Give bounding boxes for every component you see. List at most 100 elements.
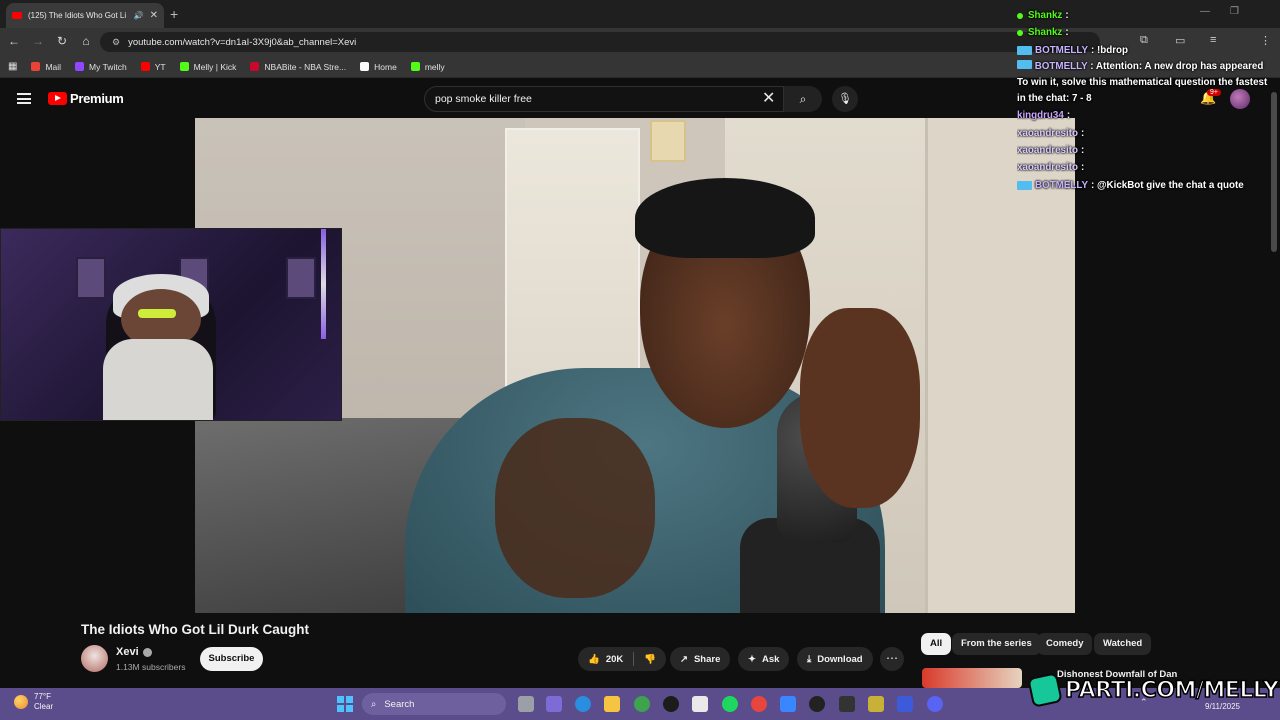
reload-icon[interactable]: ↻ [54, 34, 70, 48]
back-arrow-icon[interactable]: ← [6, 34, 22, 48]
temperature: 77°F [34, 692, 51, 701]
clear-search-icon[interactable]: ✕ [762, 88, 775, 108]
taskbar-search-box[interactable]: ⌕ Search [362, 693, 506, 715]
video-frame-durag [635, 178, 815, 258]
weather-widget[interactable]: 77°F Clear [14, 692, 53, 712]
video-title: The Idiots Who Got Lil Durk Caught [81, 622, 309, 637]
channel-name-row[interactable]: Xevi [116, 646, 152, 658]
parti-overlay: PARTI.COM/MELLY [1027, 672, 1280, 708]
youtube-logo[interactable]: Premium [48, 91, 124, 106]
search-icon: ⌕ [371, 698, 377, 710]
discord-icon[interactable] [927, 696, 943, 712]
search-icon: ⌕ [799, 92, 807, 106]
parti-url: PARTI.COM/MELLY [1064, 677, 1279, 704]
address-bar[interactable]: ⚙ youtube.com/watch?v=dn1aI-3X9j0&ab_cha… [100, 32, 1100, 52]
channel-avatar[interactable] [81, 645, 108, 672]
page-scrollbar[interactable] [1271, 92, 1277, 252]
x-icon [360, 62, 370, 71]
store-icon[interactable] [692, 696, 708, 712]
chat-message: kingdru34 : [1017, 110, 1071, 122]
subscriber-count: 1.13M subscribers [116, 662, 186, 672]
search-input[interactable]: pop smoke killer free [424, 86, 784, 112]
gmail-icon [31, 62, 41, 71]
kick-badge-icon [1017, 30, 1023, 37]
tab-title: (125) The Idiots Who Got Li [28, 11, 127, 20]
video-frame-hand-right [800, 308, 920, 508]
chip-watched[interactable]: Watched [1094, 633, 1152, 655]
chat-message: xaoandresito : [1017, 162, 1085, 174]
chip-from-the-series[interactable]: From the series [952, 633, 1041, 655]
chat-message: BOTMELLY : Attention: A new drop has app… [1017, 60, 1268, 105]
chip-all[interactable]: All [921, 633, 952, 655]
browser-tab-active[interactable]: (125) The Idiots Who Got Li 🔊 ✕ [6, 3, 164, 28]
channel-name[interactable]: Xevi [116, 646, 139, 658]
youtube-favicon-icon [12, 12, 22, 19]
bookmark-home[interactable]: Home [360, 62, 397, 72]
sun-icon [14, 695, 28, 709]
related-video-thumbnail[interactable] [922, 668, 1022, 688]
search-button[interactable]: ⌕ [784, 86, 822, 112]
chat-message: xaoandresito : [1017, 127, 1085, 139]
photos-icon[interactable] [780, 696, 796, 712]
voice-search-button[interactable]: 🎙 [832, 86, 858, 112]
like-button[interactable]: 👍 20K 👎 [578, 647, 667, 671]
video-frame-artwork [650, 120, 686, 162]
more-actions-icon[interactable]: ⋯ [880, 647, 904, 671]
parti-logo-icon [1027, 672, 1063, 708]
tab-close-icon[interactable]: ✕ [150, 10, 158, 21]
copilot-icon[interactable] [546, 696, 562, 712]
twitch-icon [75, 62, 85, 71]
share-button[interactable]: ↗ Share [670, 647, 731, 671]
youtube-brand: Premium [70, 91, 124, 106]
bookmark-yt[interactable]: YT [140, 62, 166, 72]
bot-badge-icon [1017, 60, 1032, 70]
sparkle-icon: ✦ [748, 653, 756, 665]
windows-start-icon[interactable] [337, 696, 353, 712]
media-player-icon[interactable] [809, 696, 825, 712]
apps-grid-icon[interactable]: ▦ [8, 61, 17, 72]
xbox-icon[interactable] [634, 696, 650, 712]
bookmark-my-twitch[interactable]: My Twitch [75, 62, 127, 72]
chrome-icon[interactable] [751, 696, 767, 712]
app-icon-blue[interactable] [897, 696, 913, 712]
file-explorer-icon[interactable] [604, 696, 620, 712]
hamburger-menu-icon[interactable] [17, 93, 31, 104]
obs-icon[interactable] [663, 696, 679, 712]
home-icon[interactable]: ⌂ [78, 34, 94, 48]
spotify-icon[interactable] [722, 696, 738, 712]
edge-icon[interactable] [575, 696, 591, 712]
subscribe-button[interactable]: Subscribe [200, 647, 263, 671]
bookmark-melly-kick[interactable]: Melly | Kick [179, 62, 236, 72]
nba-icon [250, 62, 260, 71]
bookmark-mail[interactable]: Mail [31, 62, 61, 72]
speaker-icon[interactable]: 🔊 [134, 11, 144, 20]
chat-message: BOTMELLY : !bdrop [1017, 42, 1277, 59]
webcam-poster-left [76, 257, 106, 299]
chat-message: BOTMELLY : @KickBot give the chat a quot… [1017, 177, 1277, 194]
weather-condition: Clear [34, 702, 54, 711]
bookmark-melly[interactable]: melly [410, 62, 445, 72]
terminal-icon[interactable] [839, 696, 855, 712]
webcam-streamer-glasses [138, 309, 176, 318]
chat-message: xaoandresito : [1017, 145, 1085, 157]
chat-message: Shankz : [1017, 7, 1277, 24]
youtube-play-icon [48, 92, 67, 105]
chat-message: Shankz : [1017, 24, 1277, 41]
forward-arrow-icon[interactable]: → [30, 34, 46, 48]
app-icon[interactable] [868, 696, 884, 712]
thumbs-down-icon[interactable]: 👎 [644, 654, 656, 665]
download-icon: ⤓ [807, 653, 812, 665]
bookmark-nbabite[interactable]: NBABite - NBA Stre... [250, 62, 346, 72]
like-count: 20K [605, 653, 624, 665]
task-view-icon[interactable] [518, 696, 534, 712]
like-divider [633, 652, 635, 666]
webcam-poster-right [286, 257, 316, 299]
new-tab-button[interactable]: + [170, 6, 178, 22]
youtube-icon [140, 62, 150, 71]
ask-button[interactable]: ✦ Ask [738, 647, 790, 671]
streamer-webcam [0, 228, 342, 421]
download-button[interactable]: ⤓ Download [797, 647, 873, 671]
kick-badge-icon [1017, 12, 1023, 19]
site-info-icon[interactable]: ⚙ [112, 37, 120, 48]
chip-comedy[interactable]: Comedy [1037, 633, 1093, 655]
